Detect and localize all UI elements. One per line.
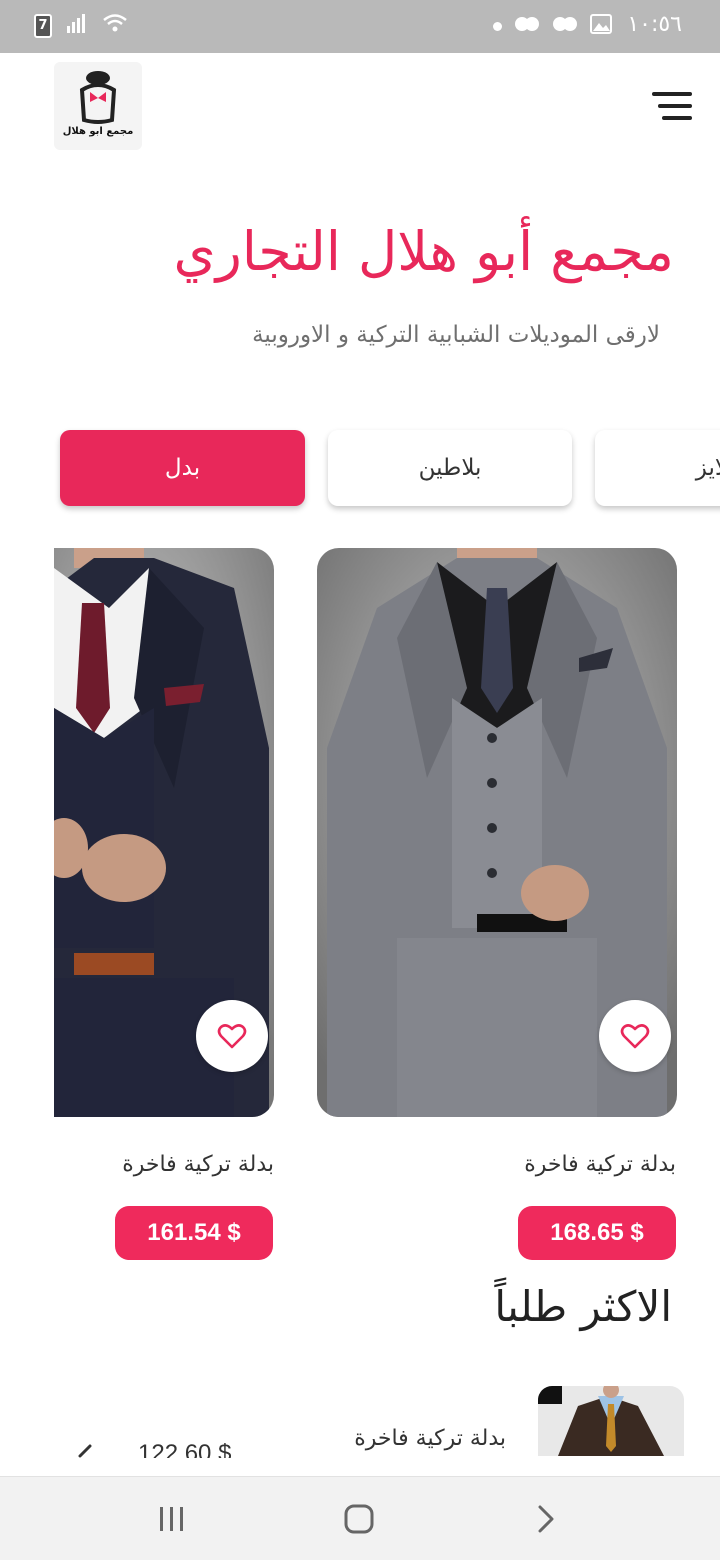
hero-title: مجمع أبو هلال التجاري [173,220,674,283]
messenger-icon [514,14,540,38]
tab-label: بلايز [695,455,720,481]
arrow-icon[interactable] [76,1444,96,1458]
menu-line-icon [652,92,692,96]
most-requested-item-image[interactable] [538,1386,684,1456]
most-requested-item-price: 122.60 $ [138,1440,232,1458]
home-button[interactable] [337,1499,381,1539]
tab-shirts[interactable]: بلايز [595,430,720,506]
favorite-button[interactable] [196,1000,268,1072]
wifi-icon [102,12,128,39]
chevron-right-icon [538,1505,554,1533]
favorite-button[interactable] [599,1000,671,1072]
tab-label: بلاطين [418,455,482,481]
menu-line-icon [662,116,692,120]
product-name[interactable]: بدلة تركية فاخرة [524,1152,676,1177]
chat-icon [552,14,578,38]
signal-icon [66,12,88,39]
menu-line-icon [658,104,692,108]
logo-text: مجمع ابو هلال [62,126,134,137]
price-tag[interactable]: 161.54 $ [115,1206,273,1260]
product-name[interactable]: بدلة تركية فاخرة [122,1152,274,1177]
menu-button[interactable] [648,88,692,124]
store-logo[interactable]: مجمع ابو هلال [54,62,142,150]
back-button[interactable] [524,1499,568,1539]
status-left-icons: 7 [34,12,128,39]
notification-badge-icon: 7 [34,13,52,38]
price-tag[interactable]: 168.65 $ [518,1206,676,1260]
dot-icon [493,21,502,31]
gallery-icon [590,14,612,38]
status-bar: 7 ١٠:٥٦ [0,0,720,53]
heart-icon [620,1024,650,1049]
status-time: ١٠:٥٦ [627,12,682,37]
status-right-icons [493,14,612,38]
system-nav-bar [0,1476,720,1560]
home-icon [344,1504,374,1534]
recent-apps-button[interactable] [150,1499,194,1539]
tab-suits[interactable]: بدل [60,430,305,506]
section-title-most-requested: الاكثر طلباً [494,1282,672,1331]
tab-pants[interactable]: بلاطين [328,430,572,506]
recent-apps-icon [160,1507,183,1531]
heart-icon [217,1024,247,1049]
tab-label: بدل [164,455,201,481]
hero-subtitle: لارقى الموديلات الشبابية التركية و الاور… [252,322,660,348]
most-requested-item-name[interactable]: بدلة تركية فاخرة [354,1426,506,1451]
